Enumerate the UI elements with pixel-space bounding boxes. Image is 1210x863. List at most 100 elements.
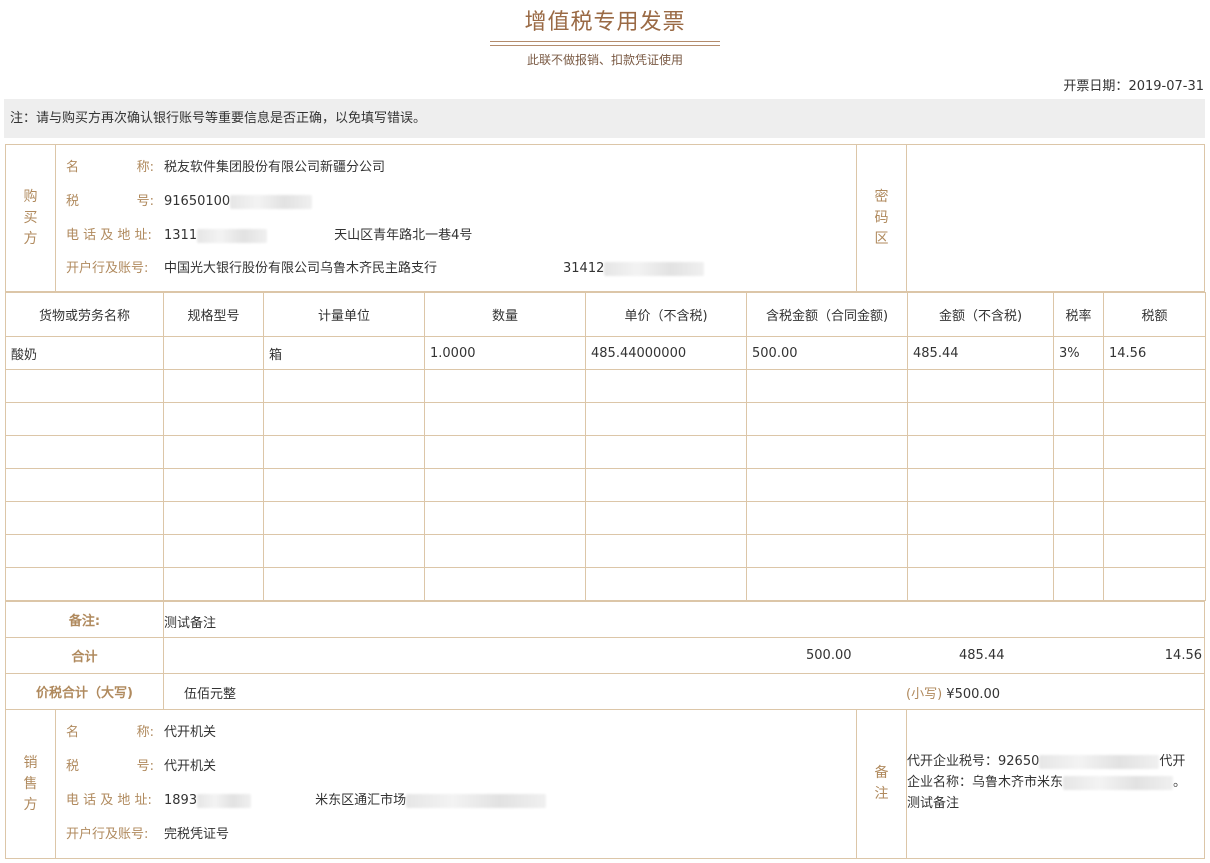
- buyer-account: 31412: [563, 259, 705, 279]
- cell: [163, 567, 264, 601]
- buyer-address: 天山区青年路北一巷4号: [334, 228, 473, 243]
- cell: 箱: [263, 336, 425, 370]
- col-header-tax: 税额: [1103, 292, 1206, 337]
- cell: [163, 501, 264, 535]
- invoice-header: 增值税专用发票 此联不做报销、扣款凭证使用: [0, 0, 1210, 70]
- cell: [585, 435, 747, 469]
- grand-total-small: (小写) ¥500.00: [906, 683, 1000, 702]
- table-row: [5, 402, 1206, 436]
- cell: 485.44: [907, 336, 1054, 370]
- cell: [263, 435, 425, 469]
- cell: [746, 567, 908, 601]
- seller-bank-row: 开户行及账号: 完税凭证号: [66, 827, 230, 842]
- cell: [424, 369, 586, 403]
- cell: [907, 468, 1054, 502]
- total-amount-with-tax: 500.00: [806, 648, 852, 663]
- cell: [907, 501, 1054, 535]
- table-row: [5, 534, 1206, 568]
- cell: [907, 534, 1054, 568]
- table-row: [5, 501, 1206, 535]
- issue-date-value: 2019-07-31: [1128, 79, 1204, 94]
- remarks-row: 备注: 测试备注: [5, 601, 1205, 638]
- cell: [424, 402, 586, 436]
- cell: [1103, 534, 1206, 568]
- cell: [163, 402, 264, 436]
- cell: [585, 534, 747, 568]
- col-header-unit-price: 单价（不含税): [585, 292, 747, 337]
- grand-total-row: 价税合计（大写) 伍佰元整 (小写) ¥500.00: [5, 674, 1205, 710]
- cell: [585, 402, 747, 436]
- cell: [263, 567, 425, 601]
- issue-date: 开票日期：2019-07-31: [1063, 75, 1204, 94]
- table-row: 酸奶 箱 1.0000 485.44000000 500.00 485.44 3…: [5, 336, 1206, 370]
- cell: [5, 402, 164, 436]
- cell: [746, 501, 908, 535]
- cell: [1103, 402, 1206, 436]
- cell: [263, 402, 425, 436]
- total-tax: 14.56: [1164, 648, 1202, 663]
- cell: [424, 534, 586, 568]
- cell: [5, 534, 164, 568]
- seller-remark-line2: 企业名称：乌鲁木齐市米东。: [907, 775, 1187, 790]
- cell: [1103, 567, 1206, 601]
- invoice-subtitle: 此联不做报销、扣款凭证使用: [526, 53, 683, 67]
- cell: [263, 501, 425, 535]
- cell: [5, 435, 164, 469]
- cell: [424, 501, 586, 535]
- cipher-side-label: 密码区: [857, 145, 907, 291]
- buyer-name: 税友软件集团股份有限公司新疆分公司: [164, 160, 386, 175]
- seller-tax-id: 代开机关: [164, 759, 217, 774]
- col-header-quantity: 数量: [424, 292, 586, 337]
- buyer-name-row: 名称: 税友软件集团股份有限公司新疆分公司: [66, 160, 386, 175]
- cell: [746, 369, 908, 403]
- col-header-tax-rate: 税率: [1053, 292, 1104, 337]
- cell: [585, 468, 747, 502]
- redacted-mask: [1063, 775, 1174, 790]
- cell: [5, 501, 164, 535]
- seller-bank: 完税凭证号: [164, 827, 230, 842]
- items-table: 货物或劳务名称 规格型号 计量单位 数量 单价（不含税) 含税金额（合同金额) …: [5, 292, 1206, 601]
- cell: [5, 369, 164, 403]
- cell: 3%: [1053, 336, 1104, 370]
- buyer-bank-row: 开户行及账号: 中国光大银行股份有限公司乌鲁木齐民主路支行: [66, 261, 438, 276]
- redacted-mask: [1039, 754, 1160, 769]
- seller-section: 销售方 名称: 代开机关 税号: 代开机关 电 话 及 地 址: 1893 米东区通汇市…: [5, 710, 1205, 859]
- cell: [1053, 435, 1104, 469]
- grand-total-words: 伍佰元整: [184, 687, 237, 702]
- totals-row: 合计 500.00 485.44 14.56: [5, 638, 1205, 674]
- seller-remark-line3: 测试备注: [907, 796, 960, 811]
- cell: [746, 534, 908, 568]
- cell: [424, 567, 586, 601]
- cell: [163, 534, 264, 568]
- redacted-mask: [604, 261, 705, 276]
- seller-remark-line1: 代开企业税号：92650 代开: [907, 754, 1186, 769]
- table-row: [5, 567, 1206, 601]
- cell: [585, 501, 747, 535]
- notice-banner: 注：请与购买方再次确认银行账号等重要信息是否正确，以免填写错误。: [4, 99, 1205, 138]
- seller-contact-row: 电 话 及 地 址: 1893 米东区通汇市场: [66, 791, 547, 811]
- remarks-label: 备注:: [6, 602, 164, 637]
- cipher-section: 密码区: [856, 145, 1204, 291]
- grand-total-small-value: ¥500.00: [946, 687, 1001, 702]
- cell: [1103, 501, 1206, 535]
- redacted-mask: [197, 228, 268, 243]
- col-header-amount-with-tax: 含税金额（合同金额): [746, 292, 908, 337]
- cell: 500.00: [746, 336, 908, 370]
- cell: 485.44000000: [585, 336, 747, 370]
- title-underline-bottom: [490, 45, 720, 46]
- seller-remark-side-label: 备注: [857, 710, 907, 858]
- col-header-spec: 规格型号: [163, 292, 264, 337]
- cell: [263, 534, 425, 568]
- table-row: [5, 435, 1206, 469]
- col-header-name: 货物或劳务名称: [5, 292, 164, 337]
- cell: [5, 468, 164, 502]
- seller-phone: 1893: [164, 793, 198, 808]
- total-amount: 485.44: [959, 648, 1005, 663]
- cell: [1053, 567, 1104, 601]
- seller-tax-row: 税号: 代开机关: [66, 759, 217, 774]
- cell: [907, 369, 1054, 403]
- table-row: [5, 369, 1206, 403]
- cell: 酸奶: [5, 336, 164, 370]
- cell: [746, 468, 908, 502]
- title-underline-top: [490, 41, 720, 42]
